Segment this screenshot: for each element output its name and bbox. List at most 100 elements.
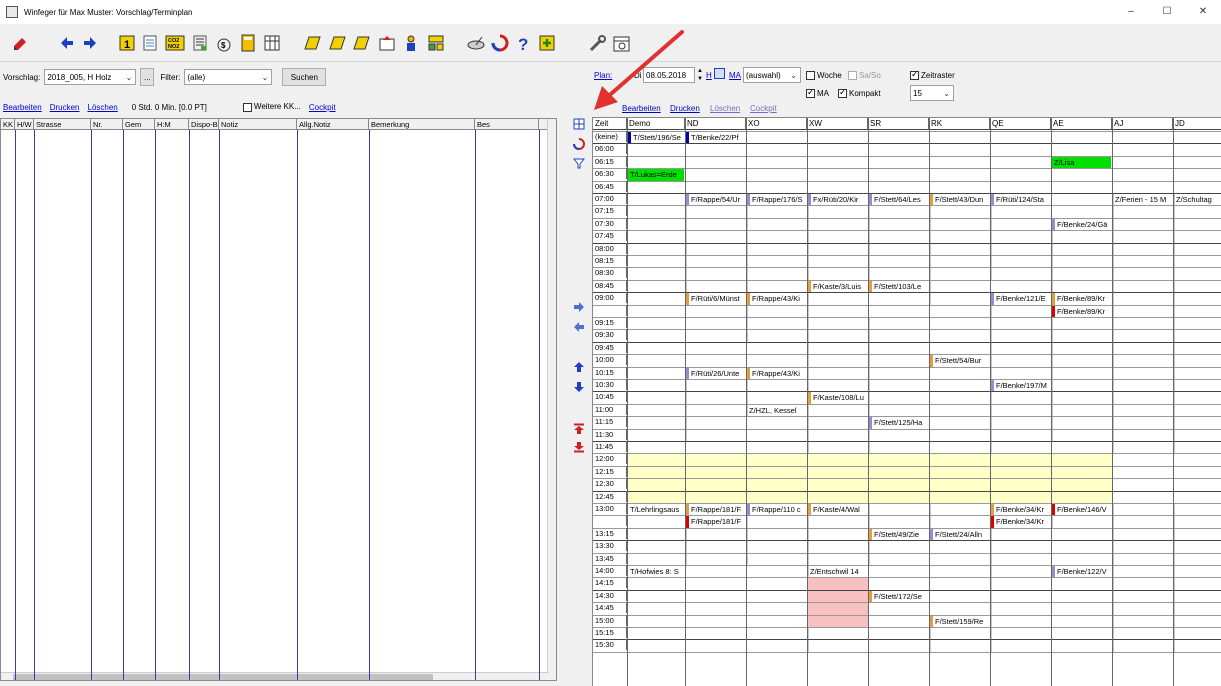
filter-select[interactable]: (alle) ⌄ (184, 69, 273, 85)
column-header[interactable]: XW (807, 118, 868, 130)
list-column-header[interactable]: KK (1, 119, 15, 130)
column-header[interactable]: XO (746, 118, 807, 130)
lunch-slot[interactable] (1051, 465, 1112, 479)
appointment-entry[interactable]: F/Kaste/3/Luis (808, 281, 867, 292)
arrow-right-icon[interactable] (80, 32, 100, 54)
lunch-slot[interactable] (627, 490, 685, 503)
lunch-slot[interactable] (868, 478, 929, 491)
plan-link[interactable]: Plan: (594, 71, 612, 80)
list-column-header[interactable]: Bemerkung (369, 119, 475, 130)
woche-toggle[interactable]: Woche (806, 71, 842, 81)
appointment-entry[interactable]: F/Stett/43/Dun (930, 194, 989, 205)
pink-slot[interactable] (807, 577, 868, 590)
appointment-entry[interactable]: F/Rappe/181/F (686, 516, 745, 527)
appointment-entry[interactable]: F/Benke/121/E (991, 293, 1050, 304)
appointment-entry[interactable]: Z/Schultag (1174, 194, 1221, 205)
list-vertical-scrollbar[interactable] (547, 119, 556, 680)
lunch-slot[interactable] (746, 478, 807, 491)
calendar-settings-icon[interactable] (612, 32, 632, 54)
print-doc-icon-3[interactable] (352, 32, 372, 54)
kompakt-checkbox[interactable] (838, 87, 847, 99)
weitere-kk-checkbox[interactable] (242, 102, 252, 112)
appointment-entry[interactable]: F/Kaste/108/Lu (808, 392, 867, 403)
column-header[interactable]: Demo (627, 118, 685, 130)
move-bottom-icon[interactable] (572, 440, 585, 453)
add-icon[interactable] (537, 32, 557, 54)
refresh-icon[interactable] (490, 32, 510, 54)
ma-toggle[interactable]: MA (806, 87, 829, 99)
appointment-entry[interactable]: F/Benke/34/Kr (991, 516, 1050, 527)
date-field[interactable]: 08.05.2018 (643, 67, 695, 83)
appointment-entry[interactable]: F/Stett/172/Se (869, 591, 928, 602)
appointment-entry[interactable]: T/Lukas=Erde (628, 169, 684, 181)
list-column-header[interactable]: H:M (155, 119, 189, 130)
move-right-icon[interactable] (572, 300, 585, 313)
lunch-slot[interactable] (685, 490, 746, 503)
list-column-header[interactable]: H/W (15, 119, 34, 130)
table-icon[interactable] (262, 32, 282, 54)
list-column-header[interactable]: Allg.Notiz (297, 119, 369, 130)
lunch-slot[interactable] (746, 465, 807, 479)
lunch-slot[interactable] (990, 453, 1051, 466)
appointment-entry[interactable]: F/Benke/197/M (991, 380, 1050, 391)
print-doc-icon-2[interactable] (328, 32, 348, 54)
appointment-entry[interactable]: F/Benke/146/V (1052, 504, 1111, 515)
help-icon[interactable]: ? (514, 32, 534, 54)
lunch-slot[interactable] (627, 453, 685, 466)
lunch-slot[interactable] (685, 478, 746, 491)
search-button[interactable]: Suchen (282, 68, 327, 86)
woche-checkbox[interactable] (806, 71, 815, 81)
close-button[interactable]: ✕ (1185, 0, 1221, 24)
lunch-slot[interactable] (868, 465, 929, 479)
eraser-icon[interactable] (10, 32, 30, 54)
plan-cockpit-link[interactable]: Cockpit (750, 104, 777, 113)
maximize-button[interactable]: ☐ (1149, 0, 1185, 24)
appointment-entry[interactable]: F/Stett/64/Les (869, 194, 928, 205)
print-doc-icon-1[interactable] (303, 32, 323, 54)
zeitraster-toggle[interactable]: Zeitraster (910, 69, 955, 81)
co2-icon[interactable]: CO2 NO2 (165, 32, 185, 54)
appointment-entry[interactable]: F/Stett/125/Ha (869, 417, 928, 428)
appointment-entry[interactable]: F/Benke/24/Gä (1052, 219, 1111, 230)
appointment-entry[interactable]: T/Hofwies 8: S (628, 566, 684, 577)
appointment-entry[interactable]: F/Rappe/43/Ki (747, 293, 806, 304)
appointment-entry[interactable]: F/Benke/34/Kr (991, 504, 1050, 515)
list-icon[interactable] (190, 32, 210, 54)
raster-select[interactable]: 15 ⌄ (910, 85, 954, 101)
appointment-entry[interactable]: Z/HZL, Kessel (747, 405, 806, 416)
list-column-header[interactable]: Bes (475, 119, 539, 130)
appointment-entry[interactable]: F/Rappe/181/F (686, 504, 745, 515)
pink-slot[interactable] (807, 614, 868, 627)
lunch-slot[interactable] (807, 490, 868, 503)
loeschen-link[interactable]: Löschen (88, 103, 118, 112)
move-down-icon[interactable] (572, 380, 585, 393)
sa-so-checkbox[interactable] (848, 71, 857, 81)
appointment-entry[interactable]: F/Rappe/176/S (747, 194, 806, 205)
export-doc-icon[interactable] (377, 32, 397, 54)
move-top-icon[interactable] (572, 422, 585, 435)
column-header[interactable]: RK (929, 118, 990, 130)
refresh-side-icon[interactable] (572, 137, 585, 150)
lunch-slot[interactable] (685, 465, 746, 479)
appointment-entry[interactable]: F/Benke/89/Kr (1052, 306, 1111, 317)
zeitraster-checkbox[interactable] (910, 69, 919, 81)
lunch-slot[interactable] (868, 453, 929, 466)
vorschlag-select[interactable]: 2018_005, H Holz ⌄ (44, 69, 137, 85)
lunch-slot[interactable] (807, 465, 868, 479)
lunch-slot[interactable] (1051, 453, 1112, 466)
grid-icon[interactable] (572, 117, 585, 130)
appointment-entry[interactable]: Z/Lisa (1052, 156, 1111, 169)
vorschlag-browse-button[interactable]: ... (140, 68, 155, 86)
appointment-entry[interactable]: F/Benke/122/V (1052, 566, 1111, 577)
column-header[interactable]: QE (990, 118, 1051, 130)
appointment-entry[interactable]: F/Stett/49/Zie (869, 529, 928, 540)
appointment-entry[interactable]: Z/Entschwil 14 (808, 566, 867, 577)
money-bag-icon[interactable]: $ (214, 32, 234, 54)
column-header[interactable]: SR (868, 118, 929, 130)
lunch-slot[interactable] (929, 478, 990, 491)
ma-checkbox[interactable] (806, 87, 815, 99)
appointment-entry[interactable]: Z/Ferien - 15 M (1113, 194, 1172, 205)
ma-select[interactable]: (auswahl) ⌄ (743, 67, 801, 83)
lunch-slot[interactable] (929, 490, 990, 503)
appointment-entry[interactable]: F/Rappe/54/Ur (686, 194, 745, 205)
